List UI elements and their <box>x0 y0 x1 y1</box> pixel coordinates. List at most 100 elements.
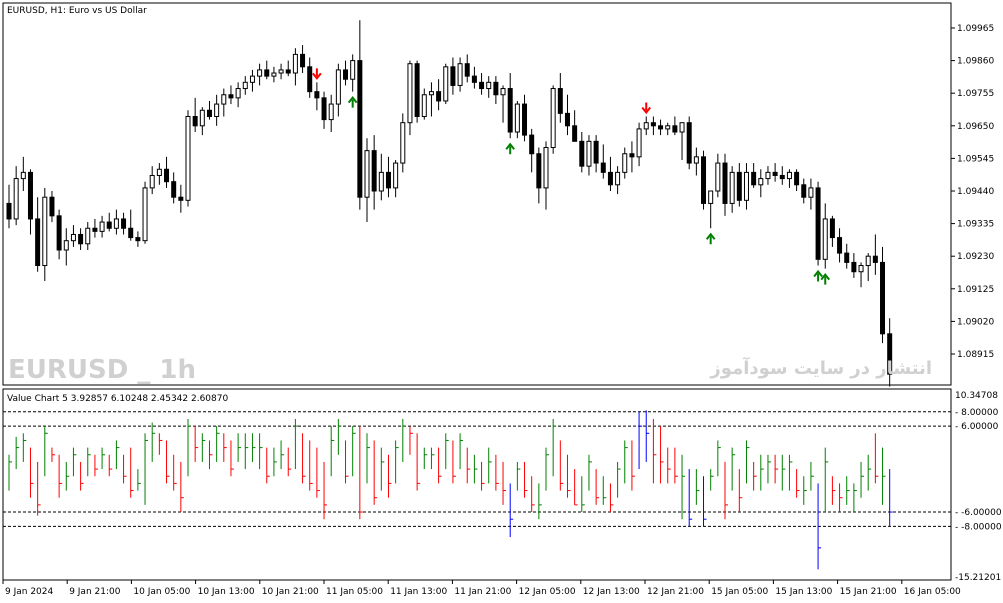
level-label: - -6.00000 <box>955 508 1002 518</box>
candle-bull <box>765 171 771 180</box>
indicator-bottom-label: -15.21201 <box>955 573 1001 583</box>
candle-bull <box>808 187 814 198</box>
candle-bear <box>479 81 485 90</box>
time-label: 9 Jan 2024 <box>5 587 53 597</box>
time-label: 12 Jan 13:00 <box>583 587 640 597</box>
candle-bull <box>615 171 621 186</box>
candle-bear <box>307 66 313 93</box>
candle-bull <box>271 72 277 77</box>
candle-bear <box>779 174 785 180</box>
candle-bear <box>106 221 112 229</box>
candle-bear <box>27 171 33 220</box>
candle-bear <box>557 88 563 114</box>
candle-bull <box>665 125 671 130</box>
level-label: - 6.00000 <box>955 422 999 432</box>
price-label: 1.09335 <box>957 220 994 230</box>
price-label: 1.08915 <box>957 350 994 360</box>
candle-bull <box>70 233 76 242</box>
candle-bull <box>550 88 556 149</box>
chart-title: EURUSD, H1: Euro vs US Dollar <box>7 6 147 16</box>
candle-bull <box>335 69 341 105</box>
candle-bear <box>121 218 127 229</box>
candle-bear <box>529 134 535 155</box>
price-label: 1.09860 <box>957 57 994 67</box>
candle-bull <box>328 103 334 121</box>
candle-bull <box>142 187 148 242</box>
candle-bear <box>564 112 570 127</box>
price-label: 1.09440 <box>957 187 994 197</box>
candle-bull <box>786 171 792 180</box>
level-label: - 8.00000 <box>955 408 999 418</box>
candle-bear <box>436 91 442 102</box>
candle-bull <box>364 150 370 198</box>
candle-bear <box>507 88 513 133</box>
time-label: 11 Jan 05:00 <box>326 587 383 597</box>
candle-bear <box>829 218 835 239</box>
time-label: 10 Jan 13:00 <box>198 587 255 597</box>
candle-bull <box>292 53 298 74</box>
candle-bull <box>679 122 685 133</box>
watermark-site: انتشار در سایت سودآموز <box>709 356 932 379</box>
candle-bear <box>264 69 270 77</box>
candle-bull <box>486 81 492 90</box>
time-label: 12 Jan 05:00 <box>519 587 576 597</box>
time-label: 15 Jan 21:00 <box>840 587 897 597</box>
watermark-symbol: EURUSD _ 1h <box>8 355 196 385</box>
candle-bull <box>13 178 19 220</box>
candle-bull <box>199 109 205 127</box>
candle-bull <box>443 66 449 102</box>
price-axis: 1.09965 1.09860 1.09755 1.09650 1.09545 1.094… <box>951 24 994 360</box>
trading-chart[interactable]: 1.09965 1.09860 1.09755 1.09650 1.09545 1.094… <box>0 0 1003 603</box>
price-label: 1.09230 <box>957 252 994 262</box>
candle-bear <box>300 53 306 68</box>
indicator-top-label: 10.34708 <box>955 391 998 401</box>
candle-bear <box>450 66 456 86</box>
candle-bull <box>715 162 721 192</box>
candle-bear <box>164 168 170 183</box>
candle-bear <box>579 140 585 167</box>
candle-bear <box>357 60 363 198</box>
candle-bear <box>493 81 499 96</box>
candle-bear <box>572 125 578 142</box>
candle-bear <box>851 261 857 273</box>
candle-bear <box>607 171 613 186</box>
candle-bear <box>629 153 635 158</box>
time-axis: 9 Jan 2024 9 Jan 21:00 10 Jan 05:00 10 Jan … <box>2 580 961 597</box>
candle-bear <box>128 227 134 239</box>
candle-bear <box>794 171 800 186</box>
candle-bull <box>393 162 399 189</box>
candle-bear <box>385 171 391 189</box>
candle-bull <box>278 69 284 74</box>
candle-bear <box>285 69 291 74</box>
candle-bear <box>672 125 678 133</box>
time-label: 11 Jan 13:00 <box>390 587 447 597</box>
time-label: 12 Jan 21:00 <box>647 587 704 597</box>
candle-bear <box>321 97 327 121</box>
candle-bull <box>214 103 220 117</box>
candle-bull <box>113 218 119 229</box>
candle-bear <box>722 162 728 204</box>
candle-bull <box>543 147 549 189</box>
candle-bear <box>837 237 843 254</box>
price-label: 1.09755 <box>957 89 994 99</box>
price-label: 1.09650 <box>957 122 994 132</box>
candle-bear <box>314 91 320 99</box>
candle-bull <box>378 171 384 192</box>
candle-bear <box>171 181 177 198</box>
candle-bull <box>99 221 105 232</box>
candle-bear <box>92 227 98 232</box>
candle-bear <box>658 125 664 130</box>
candle-bear <box>815 187 821 260</box>
candle-bear <box>135 237 141 242</box>
candle-bear <box>35 218 41 267</box>
candle-bull <box>42 196 48 267</box>
candle-bear <box>192 115 198 127</box>
candle-bear <box>78 233 84 245</box>
candle-bear <box>880 261 886 335</box>
candle-bear <box>600 162 606 173</box>
candle-bear <box>228 94 234 99</box>
candle-bull <box>400 122 406 164</box>
candle-bull <box>758 178 764 186</box>
candle-bull <box>149 174 155 189</box>
candle-bear <box>593 140 599 164</box>
